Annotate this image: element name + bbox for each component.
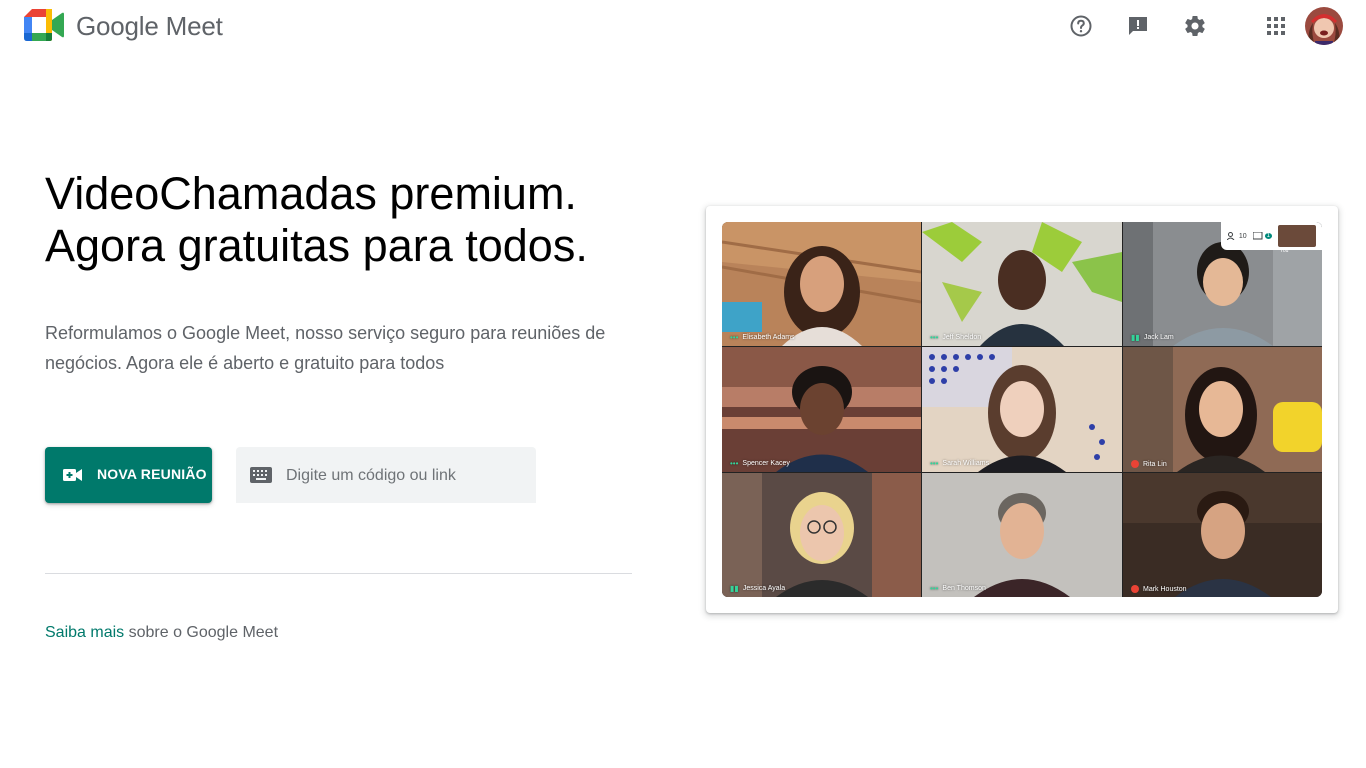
video-tile: ••• Elisabeth Adams [722,222,921,346]
participant-name: ••• Jeff Sheldon [930,333,982,342]
video-tile: ••• Jeff Sheldon [922,222,1122,346]
participant-name: ••• Spencer Kacey [730,459,790,468]
avatar[interactable] [1305,7,1343,45]
title-line-2: Agora gratuitas para todos. [45,220,588,271]
meeting-preview-card: ••• Elisabeth Adams ••• Jeff Sheldon 10 … [706,206,1338,613]
participant-name: ••• Sarah Williams [930,459,990,468]
title-line-1: VideoChamadas premium. [45,168,577,219]
video-grid: ••• Elisabeth Adams ••• Jeff Sheldon 10 … [722,222,1322,597]
page-title: VideoChamadas premium. Agora gratuitas p… [45,168,665,272]
participant-name: ••• Elisabeth Adams [730,333,795,342]
learn-more-text: sobre o Google Meet [124,624,279,641]
learn-more-line: Saiba mais sobre o Google Meet [45,624,278,642]
top-bar: Google Meet [0,0,1366,52]
new-meeting-button[interactable]: NOVA REUNIÃO [45,447,212,503]
google-meet-logo[interactable] [24,9,64,41]
call-controls: 10 1 You [1220,222,1322,254]
meeting-code-input[interactable] [284,447,528,505]
participant-name: ••• Ben Thomson [930,584,986,593]
participant-name: Rita Lin [1131,460,1167,468]
video-tile: 10 1 You ▮▮ Jack Lam [1123,222,1322,346]
feedback-icon[interactable] [1124,12,1152,40]
participants-count: 10 [1238,232,1247,240]
brand-name: Google Meet [76,11,223,41]
participant-name: ▮▮ Jack Lam [1131,333,1174,342]
video-tile: ••• Ben Thomson [922,473,1122,597]
participant-name: Mark Houston [1131,585,1187,593]
participant-name: ▮▮ Jessica Ayala [730,584,786,593]
video-tile: ••• Sarah Williams [922,347,1122,472]
video-tile: Mark Houston [1123,473,1322,597]
divider [45,573,632,574]
meeting-code-field[interactable] [236,447,536,505]
self-view-thumbnail[interactable]: You [1278,225,1316,254]
learn-more-link[interactable]: Saiba mais [45,624,124,641]
participants-indicator[interactable]: 10 [1226,232,1247,240]
chat-count: 1 [1264,233,1272,239]
video-camera-icon [63,466,83,489]
video-tile: ▮▮ Jessica Ayala [722,473,921,597]
self-view-label: You [1280,248,1289,254]
chat-indicator[interactable]: 1 [1252,232,1272,240]
new-meeting-label: NOVA REUNIÃO [97,466,207,482]
apps-icon[interactable] [1262,12,1290,40]
video-tile: ••• Spencer Kacey [722,347,921,472]
settings-icon[interactable] [1181,12,1209,40]
page-subtitle: Reformulamos o Google Meet, nosso serviç… [45,323,606,373]
keyboard-icon [250,466,272,489]
help-icon[interactable] [1067,12,1095,40]
video-tile: Rita Lin [1123,347,1322,472]
